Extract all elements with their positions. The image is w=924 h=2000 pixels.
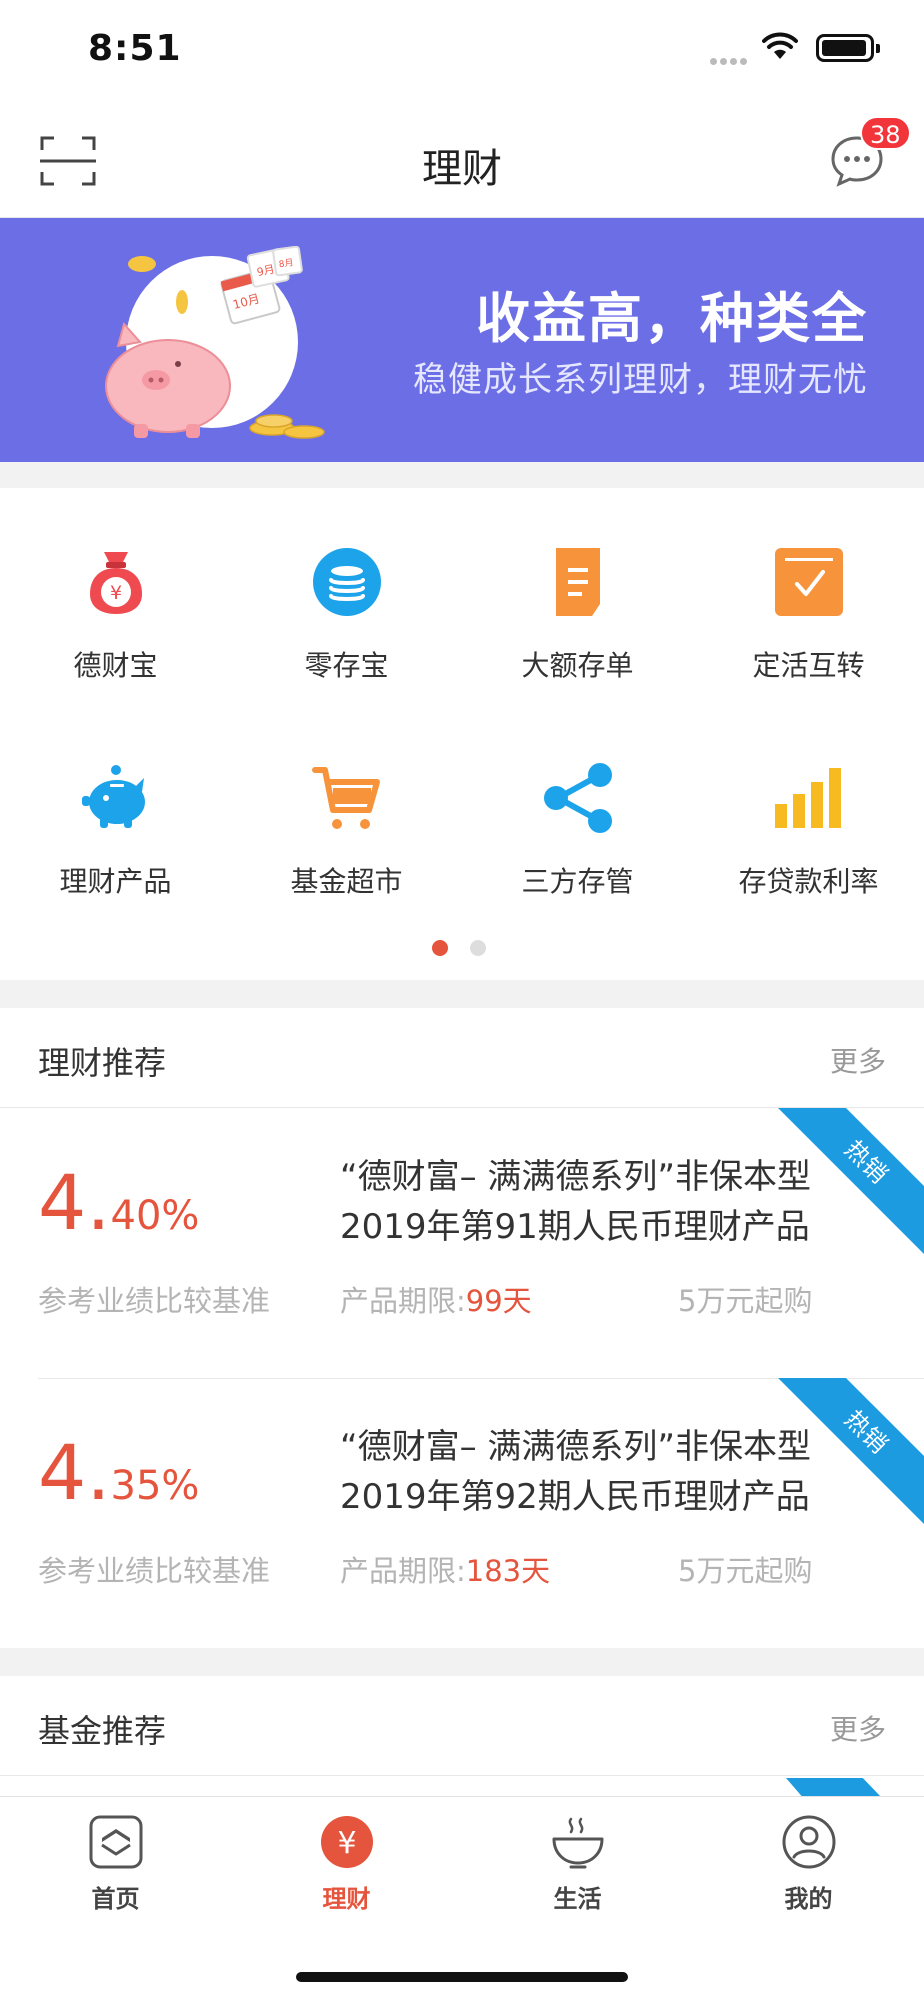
menu-item-interest-rates[interactable]: 存贷款利率 (693, 762, 924, 932)
tab-label: 我的 (784, 1885, 833, 1913)
check-box-icon (775, 548, 843, 616)
page-dot-active[interactable] (432, 940, 448, 956)
user-icon (782, 1815, 836, 1869)
menu-label: 三方存管 (521, 865, 634, 898)
more-link[interactable]: 更多 (830, 1040, 886, 1080)
product-rate: 4.35% (38, 1428, 199, 1517)
menu-label: 大额存单 (521, 649, 634, 682)
menu-label: 理财产品 (59, 865, 172, 898)
product-rate: 4.40% (38, 1158, 199, 1247)
menu-label: 存贷款利率 (738, 865, 879, 898)
tab-home[interactable]: 首页 (0, 1815, 231, 1925)
rate-decimal: 40% (110, 1193, 200, 1239)
product-card[interactable]: 4.40% 参考业绩比较基准 “德财富– 满满德系列”非保本型 2019年第91… (0, 1108, 924, 1378)
tab-label: 首页 (91, 1885, 140, 1913)
more-link[interactable]: 更多 (830, 1708, 886, 1748)
document-icon (556, 548, 600, 616)
menu-label: 定活互转 (752, 649, 865, 682)
svg-text:¥: ¥ (110, 582, 122, 604)
status-time: 8:51 (88, 28, 182, 69)
tab-mine[interactable]: 我的 (693, 1815, 924, 1925)
illustration-month-8: 8月 (278, 257, 294, 270)
tab-bar: 首页 ¥ 理财 生活 我的 (0, 1796, 924, 2000)
svg-text:¥: ¥ (337, 1826, 356, 1861)
section-title: 基金推荐 (38, 1712, 167, 1750)
tab-label: 理财 (322, 1885, 371, 1913)
banner-subtitle: 稳健成长系列理财，理财无忧 (413, 360, 868, 400)
rate-decimal: 35% (110, 1463, 200, 1509)
page-title: 理财 (422, 146, 502, 192)
home-indicator[interactable] (296, 1972, 628, 1982)
menu-item-lingcunbao[interactable]: 零存宝 (231, 546, 462, 716)
rate-integer: 4. (38, 1158, 111, 1247)
page-indicator (432, 940, 508, 960)
piggy-bank-illustration: 10月 9月 8月 (105, 246, 325, 439)
term-value: 183天 (465, 1554, 551, 1588)
term-label: 产品期限: (340, 1554, 466, 1588)
min-purchase: 5万元起购 (678, 1554, 813, 1588)
product-name-line1: “德财富– 满满德系列”非保本型 (340, 1157, 812, 1197)
page: 8:51 理财 38 10月 9月 8月 收益高，种类全 稳健成长系列理财，理财… (0, 0, 924, 2000)
rate-description: 参考业绩比较基准 (38, 1554, 271, 1588)
menu-label: 德财宝 (73, 649, 158, 682)
product-name: “德财富– 满满德系列”非保本型 2019年第91期人民币理财产品 (340, 1152, 880, 1252)
nav-bar: 理财 (0, 100, 924, 218)
term-label: 产品期限: (340, 1284, 466, 1318)
min-purchase: 5万元起购 (678, 1284, 813, 1318)
product-name-line1: “德财富– 满满德系列”非保本型 (340, 1427, 812, 1467)
wifi-icon (762, 32, 798, 59)
menu-item-large-cd[interactable]: 大额存单 (462, 546, 693, 716)
section-header: 理财推荐 更多 (0, 1008, 924, 1108)
tab-life[interactable]: 生活 (462, 1815, 693, 1925)
home-icon (89, 1815, 143, 1869)
product-card[interactable]: 4.35% 参考业绩比较基准 “德财富– 满满德系列”非保本型 2019年第92… (0, 1378, 924, 1648)
bar-chart-icon (775, 768, 841, 828)
menu-label: 基金超市 (290, 865, 403, 898)
section-header: 基金推荐 更多 (0, 1676, 924, 1776)
term-value: 99天 (465, 1284, 532, 1318)
promo-banner[interactable]: 10月 9月 8月 收益高，种类全 稳健成长系列理财，理财无忧 (0, 218, 924, 462)
tab-label: 生活 (553, 1885, 602, 1913)
share-icon (544, 763, 612, 833)
quick-menu: ¥ 德财宝 零存宝 大额存单 定活互转 理财产品 基金超市 三方存管 存贷款利率 (0, 488, 924, 980)
rate-description: 参考业绩比较基准 (38, 1284, 271, 1318)
battery-icon (816, 34, 880, 62)
menu-item-fund-market[interactable]: 基金超市 (231, 762, 462, 932)
message-badge: 38 (860, 116, 911, 150)
menu-item-decaibao[interactable]: ¥ 德财宝 (0, 546, 231, 716)
rate-integer: 4. (38, 1428, 111, 1517)
status-bar: 8:51 (0, 0, 924, 100)
piggy-bank-icon (82, 765, 145, 828)
menu-item-third-party-custody[interactable]: 三方存管 (462, 762, 693, 932)
fund-ribbon-edge (786, 1778, 882, 1798)
bowl-icon (552, 1817, 604, 1869)
menu-item-wealth-products[interactable]: 理财产品 (0, 762, 231, 932)
yuan-icon: ¥ (321, 1816, 373, 1868)
wealth-recommend-section: 理财推荐 更多 4.40% 参考业绩比较基准 “德财富– 满满德系列”非保本型 … (0, 1008, 924, 1648)
money-bag-icon: ¥ (90, 552, 142, 614)
product-term: 产品期限:99天 (340, 1278, 532, 1320)
banner-title: 收益高，种类全 (476, 287, 868, 350)
product-name-line2: 2019年第92期人民币理财产品 (340, 1477, 810, 1517)
coin-stack-icon (313, 548, 381, 616)
menu-label: 零存宝 (304, 649, 389, 682)
product-term: 产品期限:183天 (340, 1548, 550, 1590)
product-name-line2: 2019年第91期人民币理财产品 (340, 1207, 810, 1247)
section-title: 理财推荐 (38, 1044, 167, 1082)
fund-recommend-section: 基金推荐 更多 (0, 1676, 924, 1806)
menu-item-fixed-demand-transfer[interactable]: 定活互转 (693, 546, 924, 716)
signal-icon (710, 50, 750, 69)
tab-wealth[interactable]: ¥ 理财 (231, 1815, 462, 1925)
shopping-cart-icon (312, 767, 380, 829)
page-dot[interactable] (470, 940, 486, 956)
product-name: “德财富– 满满德系列”非保本型 2019年第92期人民币理财产品 (340, 1422, 880, 1522)
